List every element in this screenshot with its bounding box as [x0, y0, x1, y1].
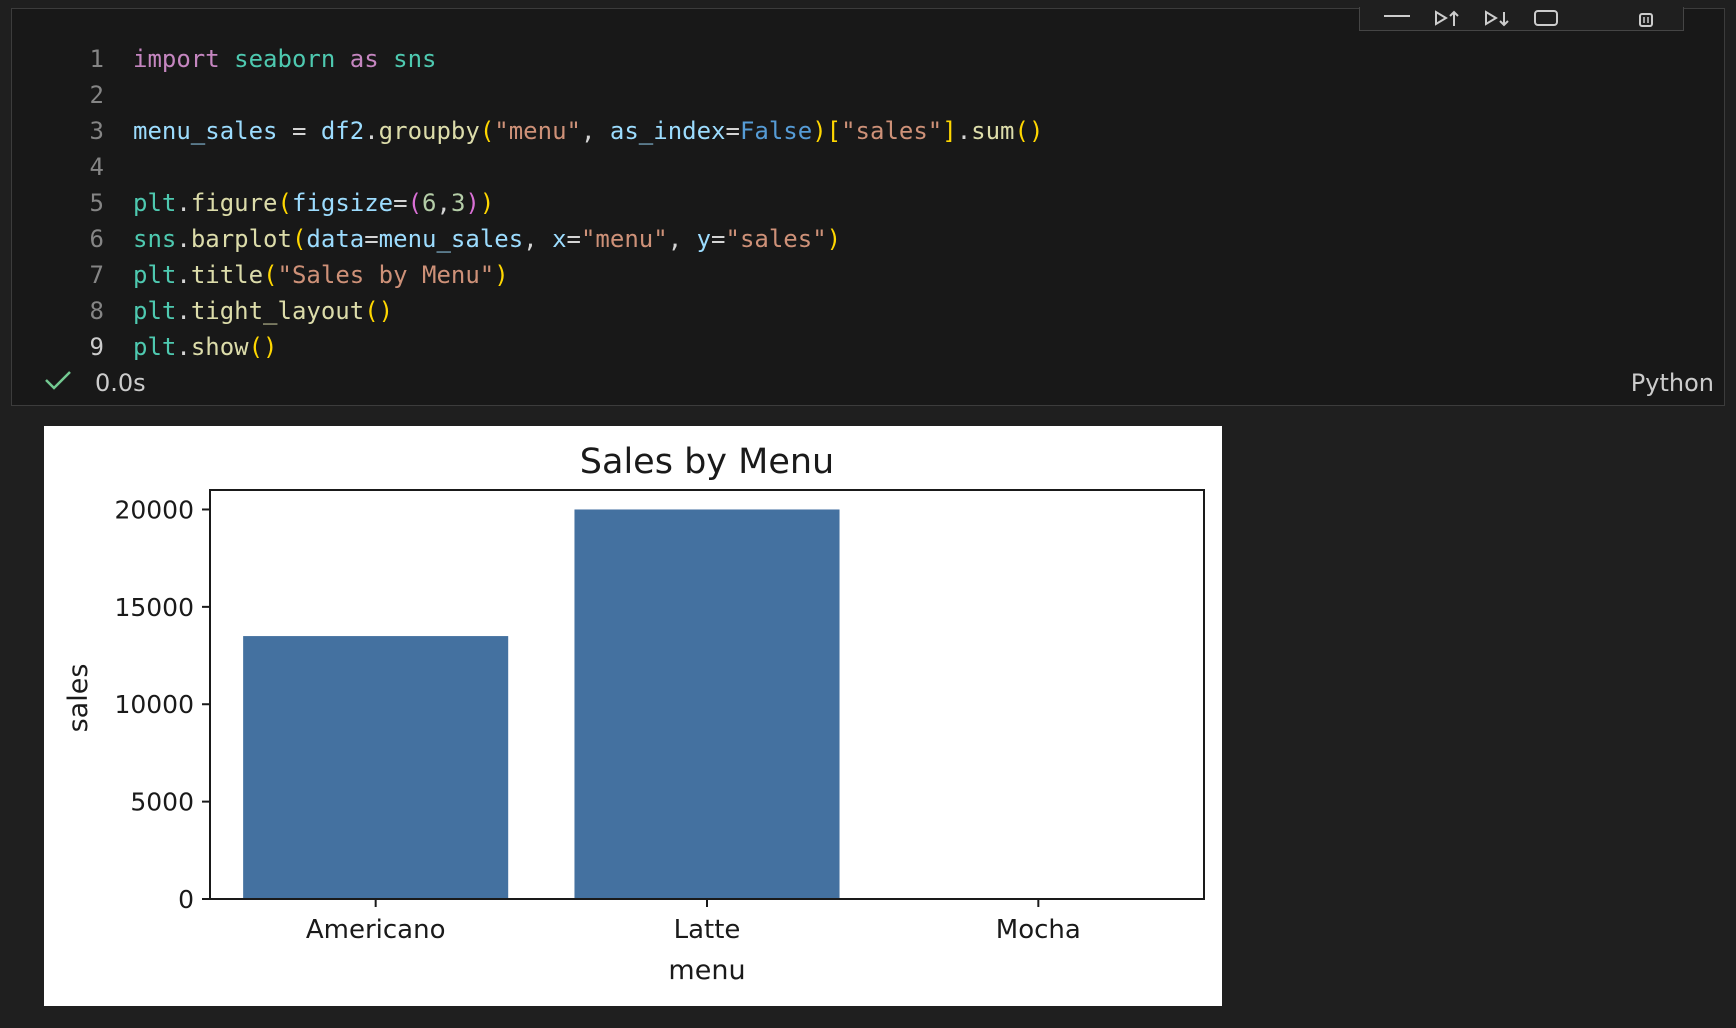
bar-latte [574, 509, 840, 899]
line-number: 7 [89, 261, 104, 289]
y-tick-label: 10000 [114, 690, 194, 719]
bar-americano [243, 636, 509, 899]
bar-chart: Sales by Menu 0 5000 10000 15000 20000 Ameri… [63, 442, 1205, 986]
code-line[interactable]: 7 plt.title("Sales by Menu") [12, 257, 1724, 293]
cell-toolbar [1359, 7, 1684, 31]
run-below-icon[interactable] [1483, 9, 1511, 28]
line-number: 4 [89, 153, 104, 181]
code-line[interactable]: 6 sns.barplot(data=menu_sales, x="menu", … [12, 221, 1724, 257]
code-text[interactable]: plt.title("Sales by Menu") [104, 257, 509, 293]
code-line[interactable]: 5 plt.figure(figsize=(6,3)) [12, 185, 1724, 221]
line-number: 5 [89, 189, 104, 217]
line-number: 6 [89, 225, 104, 253]
code-line[interactable]: 8 plt.tight_layout() [12, 293, 1724, 329]
code-line[interactable]: 4 [12, 149, 1724, 185]
x-tick-label: Americano [306, 915, 446, 945]
menu-lines-icon[interactable] [1383, 10, 1411, 28]
y-tick-label: 15000 [114, 593, 194, 622]
x-tick-label: Latte [674, 915, 741, 945]
x-tick-label: Mocha [996, 915, 1081, 945]
code-text[interactable] [104, 149, 133, 185]
code-text[interactable]: plt.figure(figsize=(6,3)) [104, 185, 494, 221]
code-text[interactable]: sns.barplot(data=menu_sales, x="menu", y… [104, 221, 841, 257]
code-text[interactable]: import seaborn as sns [104, 41, 436, 77]
code-line[interactable]: 3 menu_sales = df2.groupby("menu", as_ind… [12, 113, 1724, 149]
line-number: 8 [89, 297, 104, 325]
run-above-icon[interactable] [1433, 9, 1461, 28]
code-line[interactable]: 1 import seaborn as sns [12, 41, 1724, 77]
notebook-code-cell[interactable]: 1 import seaborn as sns 2 3 menu_sales = df2… [11, 7, 1725, 406]
more-actions-spacer [1582, 10, 1610, 28]
chart-title: Sales by Menu [580, 442, 834, 482]
line-number: 3 [89, 117, 104, 145]
x-axis-label: menu [668, 955, 745, 986]
cell-status-bar: 0.0s Python [12, 359, 1724, 405]
code-text[interactable]: menu_sales = df2.groupby("menu", as_inde… [104, 113, 1043, 149]
y-axis-label: sales [63, 664, 94, 733]
line-number: 2 [89, 81, 104, 109]
y-tick-label: 5000 [130, 788, 194, 817]
code-editor[interactable]: 1 import seaborn as sns 2 3 menu_sales = df2… [12, 41, 1724, 365]
execution-time: 0.0s [95, 369, 146, 397]
y-tick-label: 20000 [114, 495, 194, 524]
split-cell-icon[interactable] [1532, 9, 1560, 28]
code-line[interactable]: 2 [12, 77, 1724, 113]
cell-output: Sales by Menu 0 5000 10000 15000 20000 Ameri… [44, 426, 1222, 1006]
code-text[interactable]: plt.tight_layout() [104, 293, 393, 329]
cell-language[interactable]: Python [1631, 369, 1714, 397]
line-number: 1 [89, 45, 104, 73]
code-text[interactable] [104, 77, 133, 113]
checkmark-icon [43, 369, 73, 391]
delete-icon[interactable] [1632, 10, 1660, 28]
y-tick-label: 0 [178, 885, 194, 914]
